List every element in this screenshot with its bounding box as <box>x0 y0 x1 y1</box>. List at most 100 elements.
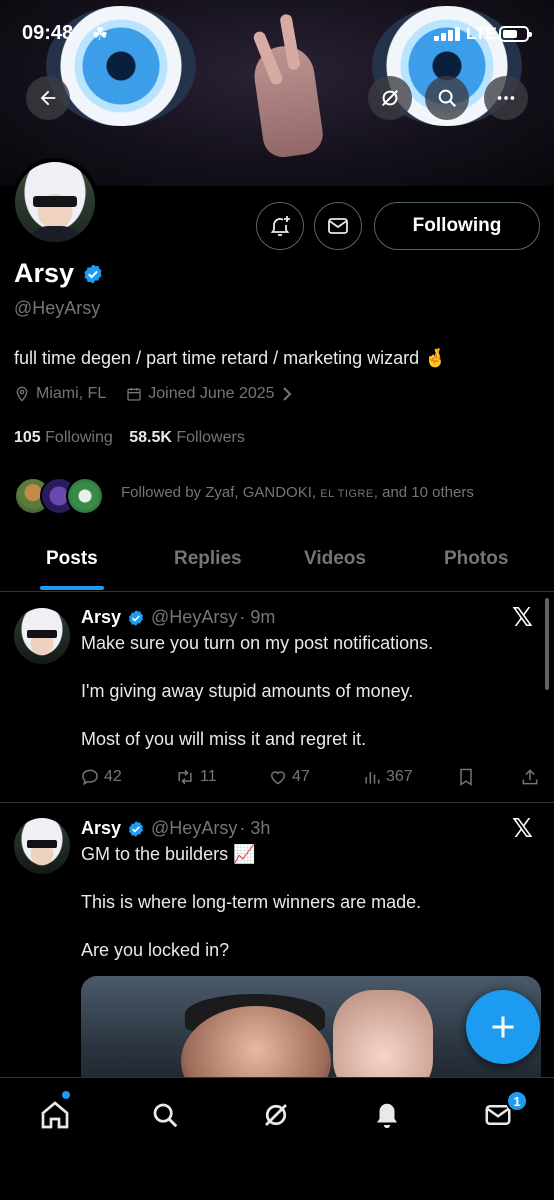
grok-button[interactable] <box>368 76 412 120</box>
following-count-link[interactable]: 105 Following <box>14 429 113 446</box>
repost-count: 11 <box>200 768 217 785</box>
repost-icon <box>178 769 192 785</box>
following-button[interactable]: Following <box>374 202 540 250</box>
bookmark-icon <box>460 768 472 786</box>
chevron-right-icon <box>282 387 291 401</box>
search-icon <box>438 89 457 108</box>
signal-icon <box>434 27 464 41</box>
like-count: 47 <box>292 768 310 785</box>
grok-icon <box>381 89 399 107</box>
x-logo-icon: 𝕏 <box>512 603 533 633</box>
profile-tabs: Posts Replies Videos Photos <box>0 540 554 592</box>
reply-button[interactable]: 42 <box>80 767 122 787</box>
tab-videos[interactable]: Videos <box>304 548 366 570</box>
tab-replies[interactable]: Replies <box>174 548 242 570</box>
followers-count-link[interactable]: 58.5K Followers <box>129 429 245 446</box>
views-count: 367 <box>386 768 413 785</box>
compose-post-button[interactable] <box>466 990 540 1064</box>
message-button[interactable] <box>314 202 362 250</box>
post-author-name[interactable]: Arsy <box>81 607 121 628</box>
like-button[interactable]: 47 <box>268 767 310 787</box>
profile-name-row: Arsy <box>14 258 104 289</box>
bookmark-button[interactable] <box>456 767 476 787</box>
clover-icon: ☘ <box>92 24 109 44</box>
status-time: 09:48 <box>22 22 74 44</box>
post-line <box>81 655 433 679</box>
post[interactable]: Arsy @HeyArsy · 9m 𝕏 Make sure you turn … <box>0 593 554 803</box>
scrollbar[interactable] <box>545 598 549 690</box>
views-button[interactable]: 367 <box>362 767 413 787</box>
avatar-blindfold <box>33 196 77 207</box>
profile-meta: Miami, FL Joined June 2025 <box>14 385 293 403</box>
home-icon <box>41 1101 69 1129</box>
verified-badge-icon <box>128 820 144 837</box>
back-button[interactable] <box>26 76 70 120</box>
repost-button[interactable]: 11 <box>174 767 217 787</box>
followed-by-prefix: Followed by Zyaf, GANDOKI, <box>121 484 317 501</box>
profile-bio: full time degen / part time retard / mar… <box>14 348 447 368</box>
profile-name: Arsy <box>14 258 75 288</box>
search-icon <box>153 1103 178 1128</box>
post-avatar[interactable] <box>14 608 70 664</box>
post-time: · 3h <box>239 818 271 838</box>
tab-photos[interactable]: Photos <box>444 548 508 570</box>
envelope-icon <box>328 218 348 234</box>
search-button[interactable] <box>425 76 469 120</box>
post-author-name[interactable]: Arsy <box>81 818 121 839</box>
post-line <box>81 914 421 938</box>
post-text: Make sure you turn on my post notificati… <box>81 631 433 751</box>
plus-icon <box>492 1016 514 1038</box>
bell-plus-icon <box>270 216 290 236</box>
messages-badge: 1 <box>506 1090 528 1112</box>
reply-icon <box>82 769 98 786</box>
follow-counts: 105 Following 58.5K Followers <box>14 429 245 447</box>
post-header: Arsy @HeyArsy · 9m <box>81 607 275 628</box>
post-line: This is where long-term winners are made… <box>81 892 422 912</box>
nav-grok[interactable] <box>258 1097 294 1133</box>
share-icon <box>522 769 538 785</box>
more-icon <box>497 96 515 100</box>
arrow-left-icon <box>40 90 56 106</box>
avatar-coat <box>25 226 85 242</box>
more-button[interactable] <box>484 76 528 120</box>
post-time: · 9m <box>239 607 276 627</box>
post-line <box>81 703 433 727</box>
post-author-handle[interactable]: @HeyArsy <box>151 607 237 628</box>
post-line: I'm giving away stupid amounts of money. <box>81 681 414 701</box>
battery-icon <box>499 26 532 42</box>
profile-joined[interactable]: Joined June 2025 <box>148 385 274 403</box>
post-line: GM to the builders 📈 <box>81 844 256 864</box>
following-count: 105 <box>14 429 41 446</box>
nav-search[interactable] <box>147 1097 183 1133</box>
share-button[interactable] <box>520 767 540 787</box>
followed-by-avatars[interactable] <box>14 476 104 516</box>
followed-by-suffix: , and 10 others <box>373 484 474 501</box>
nav-notifications[interactable] <box>369 1097 405 1133</box>
profile-location: Miami, FL <box>36 385 107 402</box>
profile-avatar[interactable] <box>11 158 99 246</box>
verified-badge-icon <box>128 609 144 626</box>
notifications-button[interactable] <box>256 202 304 250</box>
bell-icon <box>377 1103 397 1129</box>
post-line: Are you locked in? <box>81 940 230 960</box>
tab-posts[interactable]: Posts <box>46 548 98 570</box>
verified-badge-icon <box>84 263 102 284</box>
followers-label: Followers <box>176 429 245 446</box>
post-text: GM to the builders 📈 This is where long-… <box>81 842 421 962</box>
status-bar: 09:48 ☘ LTE <box>0 0 554 68</box>
follower-avatar <box>66 477 104 515</box>
x-logo-icon: 𝕏 <box>512 814 533 844</box>
followed-by-text[interactable]: Followed by Zyaf, GANDOKI, EL TIGRE, and… <box>121 484 474 501</box>
active-tab-indicator <box>40 586 104 590</box>
post-author-handle[interactable]: @HeyArsy <box>151 818 237 839</box>
bottom-navigation <box>0 1077 554 1200</box>
nav-home[interactable] <box>37 1097 73 1133</box>
calendar-icon <box>127 388 141 401</box>
home-unread-dot <box>62 1091 70 1099</box>
grok-icon <box>265 1104 287 1126</box>
post-line <box>81 866 421 890</box>
post-avatar[interactable] <box>14 818 70 874</box>
post-actions: 42 11 47 367 <box>80 767 540 791</box>
following-label: Following <box>45 429 113 446</box>
post-line: Make sure you turn on my post notificati… <box>81 633 434 653</box>
